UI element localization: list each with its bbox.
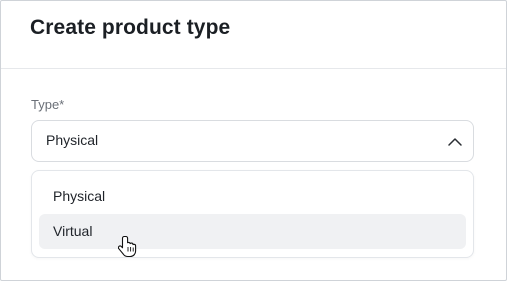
type-option-physical[interactable]: Physical: [39, 179, 466, 214]
type-select-value: Physical: [46, 132, 99, 148]
type-select[interactable]: Physical: [31, 120, 474, 162]
chevron-up-icon: [448, 138, 462, 146]
option-label: Physical: [53, 188, 106, 204]
create-product-type-dialog: Create product type Type* Physical Physi…: [0, 0, 507, 281]
type-field-label: Type*: [31, 97, 65, 112]
type-dropdown-menu: Physical Virtual: [31, 170, 474, 258]
option-label: Virtual: [53, 223, 93, 239]
dialog-title: Create product type: [30, 16, 231, 39]
dialog-header: Create product type: [1, 1, 506, 69]
type-option-virtual[interactable]: Virtual: [39, 214, 466, 249]
